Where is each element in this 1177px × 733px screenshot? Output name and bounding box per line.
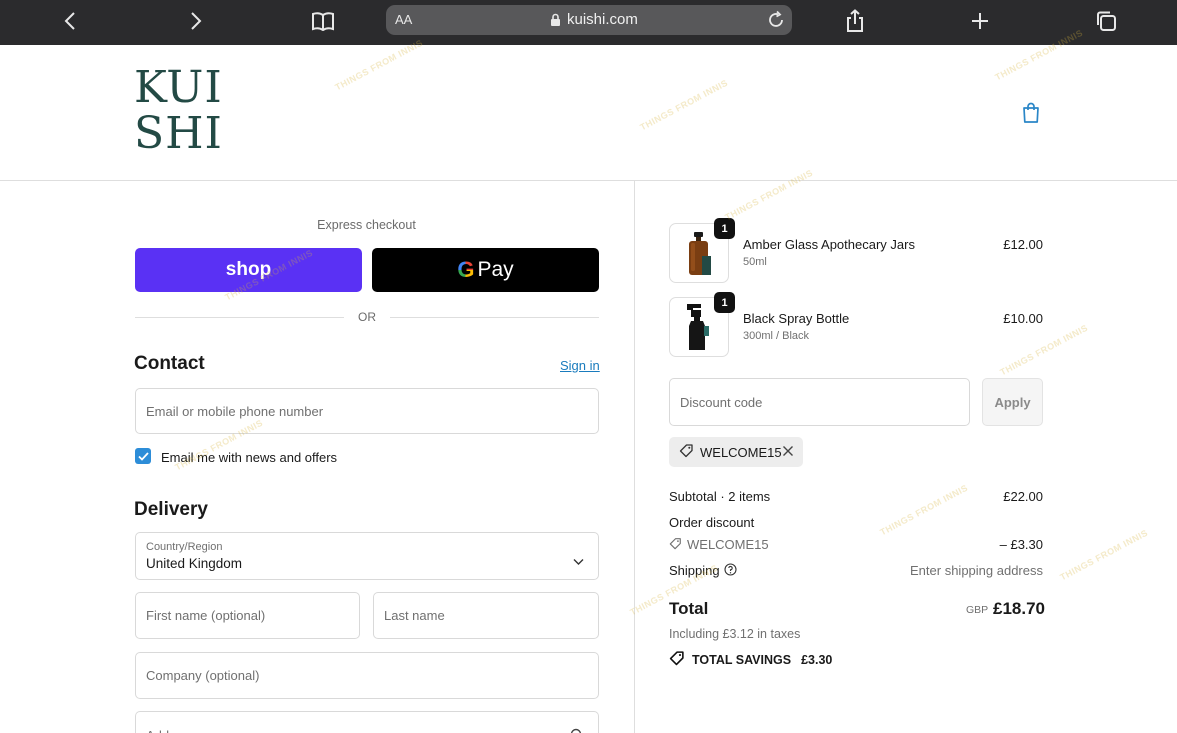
tag-icon — [669, 650, 685, 669]
google-pay-label: Pay — [477, 258, 514, 281]
tag-icon — [679, 443, 694, 461]
tag-icon — [669, 537, 682, 553]
total-amount: £18.70 — [993, 599, 1045, 618]
shipping-row: Shipping Enter shipping address — [669, 563, 1043, 578]
help-circle-icon[interactable] — [724, 563, 737, 579]
item-price: £10.00 — [1003, 311, 1043, 326]
item-price: £12.00 — [1003, 237, 1043, 252]
email-field[interactable] — [135, 388, 599, 434]
taxes-note: Including £3.12 in taxes — [669, 627, 801, 641]
new-tab-icon[interactable] — [968, 6, 992, 36]
newsletter-label: Email me with news and offers — [161, 450, 338, 465]
discount-code-input[interactable] — [670, 379, 969, 425]
total-label: Total — [669, 599, 709, 618]
site-header: KUI SHI — [0, 45, 1177, 181]
forward-icon[interactable] — [184, 6, 208, 36]
bookmarks-icon[interactable] — [309, 6, 337, 36]
company-input[interactable] — [136, 653, 598, 698]
url-text: kuishi.com — [567, 11, 638, 28]
browser-toolbar: AA kuishi.com — [0, 0, 1177, 45]
google-pay-button[interactable]: G Pay — [372, 248, 599, 292]
share-icon[interactable] — [843, 6, 867, 36]
total-currency: GBP — [966, 604, 989, 616]
lock-icon — [550, 12, 561, 31]
google-g-icon: G — [457, 257, 475, 282]
company-field[interactable] — [135, 652, 599, 699]
applied-discount-chip: WELCOME15 — [669, 437, 803, 467]
apply-discount-button[interactable]: Apply — [982, 378, 1043, 426]
chevron-down-icon — [573, 551, 584, 570]
first-name-input[interactable] — [136, 593, 359, 638]
reload-icon[interactable] — [766, 10, 786, 34]
discount-code-row: WELCOME15 – £3.30 — [669, 537, 1043, 552]
quantity-badge: 1 — [714, 218, 735, 239]
kuishi-logo[interactable]: KUI SHI — [134, 65, 230, 157]
cart-item: 1 Amber Glass Apothecary Jars 50ml £12.0… — [669, 218, 1043, 283]
shopping-bag-icon[interactable] — [1021, 102, 1041, 128]
or-divider: OR — [135, 309, 599, 327]
shop-pay-button[interactable]: shop — [135, 248, 362, 292]
country-label: Country/Region — [146, 541, 223, 553]
quantity-badge: 1 — [714, 292, 735, 313]
column-divider — [634, 181, 635, 733]
address-input[interactable] — [136, 712, 598, 733]
address-field[interactable] — [135, 711, 599, 733]
subtotal-label: Subtotal · 2 items — [669, 489, 771, 504]
watermark: THINGS FROM INNIS — [1058, 527, 1150, 583]
newsletter-checkbox[interactable] — [135, 448, 151, 464]
back-icon[interactable] — [58, 6, 82, 36]
subtotal-value: £22.00 — [1003, 489, 1043, 504]
item-name: Black Spray Bottle — [743, 311, 850, 326]
reader-aa-button[interactable]: AA — [395, 12, 412, 27]
item-variant: 50ml — [743, 256, 767, 268]
email-input[interactable] — [136, 389, 598, 433]
tabs-icon[interactable] — [1094, 6, 1118, 36]
total-savings: TOTAL SAVINGS £3.30 — [669, 650, 832, 669]
search-icon — [570, 727, 584, 733]
apply-label: Apply — [994, 394, 1031, 410]
address-bar[interactable]: AA kuishi.com — [386, 5, 792, 35]
express-checkout-label: Express checkout — [317, 218, 416, 232]
shipping-label: Shipping — [669, 563, 720, 578]
savings-label: TOTAL SAVINGS — [692, 652, 792, 667]
item-variant: 300ml / Black — [743, 330, 810, 342]
country-value: United Kingdom — [146, 556, 243, 571]
last-name-input[interactable] — [374, 593, 598, 638]
contact-heading: Contact — [134, 353, 205, 374]
discount-code-label: WELCOME15 — [687, 537, 769, 552]
savings-value: £3.30 — [801, 652, 833, 667]
subtotal-row: Subtotal · 2 items £22.00 — [669, 489, 1043, 504]
order-discount-row: Order discount — [669, 515, 1043, 530]
remove-discount-icon[interactable] — [782, 445, 794, 460]
order-discount-label: Order discount — [669, 515, 755, 530]
delivery-heading: Delivery — [134, 499, 208, 520]
shipping-value: Enter shipping address — [910, 563, 1043, 578]
first-name-field[interactable] — [135, 592, 360, 639]
cart-item: 1 Black Spray Bottle 300ml / Black £10.0… — [669, 292, 1043, 357]
discount-code-field[interactable] — [669, 378, 970, 426]
last-name-field[interactable] — [373, 592, 599, 639]
applied-code: WELCOME15 — [700, 444, 782, 460]
shop-pay-label: shop — [225, 259, 272, 280]
item-name: Amber Glass Apothecary Jars — [743, 237, 915, 252]
sign-in-link[interactable]: Sign in — [560, 358, 600, 373]
discount-value: – £3.30 — [999, 537, 1043, 552]
country-select[interactable]: Country/Region United Kingdom — [135, 532, 599, 580]
